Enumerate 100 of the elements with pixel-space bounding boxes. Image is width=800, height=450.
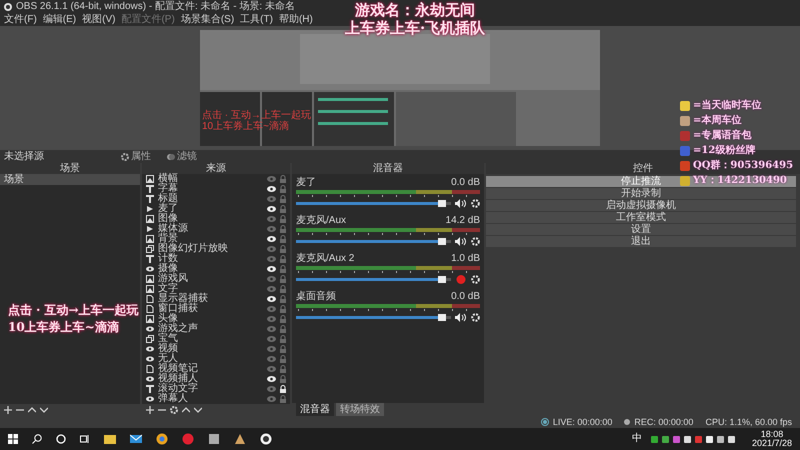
filter-icon [167,152,175,160]
volume-slider[interactable] [296,278,451,281]
tray-record-icon[interactable] [694,436,702,442]
settings-icon[interactable] [471,313,480,322]
eye-shape-icon [146,375,154,383]
menu-item[interactable]: 编辑(E) [42,14,76,24]
play-icon [146,205,154,213]
speaker-icon[interactable] [455,313,467,322]
source-name[interactable]: 麦了 [158,204,263,214]
preview-caption: 10上车券上车~滴滴 [202,121,290,132]
broadcast-icon [540,418,549,426]
source-name[interactable]: 游戏之声 [158,324,263,334]
source-name[interactable]: 图像幻灯片放映 [158,244,263,254]
eye-shape-icon [146,395,154,403]
eye-shape-icon [146,345,154,353]
control-button[interactable]: 启动虚拟摄像机 [486,200,796,211]
source-name[interactable]: 标题 [158,194,263,204]
settings-icon[interactable] [471,275,480,284]
menu-item[interactable]: 文件(F) [4,14,37,24]
source-name[interactable]: 宝气 [158,334,263,344]
settings-icon[interactable] [170,406,178,414]
visibility-icon[interactable] [267,296,276,302]
control-button[interactable]: 开始录制 [486,188,796,199]
dock-tab[interactable]: 转场特效 [336,403,384,416]
image-icon [146,315,154,323]
track-name: 麦了 [296,178,316,188]
source-name[interactable]: 视频捕人 [158,374,263,384]
source-name[interactable]: 摄像 [158,264,263,274]
source-name[interactable]: 滚动文字 [158,384,263,394]
visibility-icon[interactable] [267,376,276,382]
tray-app-icon[interactable] [650,436,658,442]
speaker-icon[interactable] [455,237,467,246]
app-icon[interactable] [208,433,220,445]
windows-logo-icon[interactable] [8,434,18,444]
source-name[interactable]: 头像 [158,314,263,324]
preview-caption: 点击 · 互动→上车一起玩 [202,110,311,121]
task-view-icon[interactable] [80,434,90,444]
source-name[interactable]: 弹幕人 [158,394,263,404]
scene-item[interactable]: 场景 [0,174,140,185]
source-name[interactable]: 窗口捕获 [158,304,263,314]
control-button[interactable]: 工作室模式 [486,212,796,223]
search-icon[interactable] [32,434,42,444]
source-name[interactable]: 媒体源 [158,224,263,234]
source-name[interactable]: 背景 [158,234,263,244]
source-name[interactable]: 横幅 [158,174,263,184]
settings-icon[interactable] [471,237,480,246]
source-name[interactable]: 视频 [158,344,263,354]
perk-caption: QQ群：905396495 [693,160,794,171]
eye-shape-icon [146,265,154,273]
move-up-icon[interactable] [28,406,36,414]
settings-icon[interactable] [471,199,480,208]
image-icon [146,275,154,283]
perk-caption: =12级粉丝牌 [693,145,756,156]
speaker-icon[interactable] [455,199,467,208]
move-down-icon[interactable] [194,406,202,414]
volume-slider[interactable] [296,202,451,205]
source-name[interactable]: 图像 [158,214,263,224]
headline-caption: 游戏名：永劫无间 [355,1,476,19]
move-down-icon[interactable] [40,406,48,414]
control-button[interactable]: 退出 [486,236,796,247]
envelope-icon[interactable] [130,433,142,445]
volume-slider[interactable] [296,316,451,319]
image-icon [146,215,154,223]
clock[interactable]: 18:08 2021/7/28 [752,430,792,448]
visibility-icon[interactable] [267,266,276,272]
source-name[interactable]: 文字 [158,284,263,294]
add-icon[interactable] [4,406,12,414]
circle-icon[interactable] [56,434,66,444]
source-name[interactable]: 计数 [158,254,263,264]
source-name[interactable]: 字幕 [158,184,263,194]
volume-slider[interactable] [296,240,451,243]
toolbar-button[interactable]: 属性 [117,152,155,162]
menu-item[interactable]: 帮助(H) [278,14,313,24]
toolbar-button[interactable]: 滤镜 [163,152,201,162]
source-name[interactable]: 视频笔记 [158,364,263,374]
menu-item[interactable]: 场景集合(S) [180,14,234,24]
visibility-icon[interactable] [267,236,276,242]
browser-icon[interactable] [156,433,168,445]
add-icon[interactable] [146,406,154,414]
text-icon [146,255,154,263]
lock-icon[interactable] [280,385,286,393]
source-name[interactable]: 显示器捕获 [158,294,263,304]
dock-title: 场景 [0,163,140,174]
live-time: LIVE: 00:00:00 [552,418,612,426]
slides-icon [146,245,154,253]
muted-speaker-icon[interactable] [455,275,467,284]
dock-tab[interactable]: 混音器 [296,403,334,416]
move-up-icon[interactable] [182,406,190,414]
menu-item[interactable]: 视图(V) [82,14,116,24]
input-language[interactable]: 中 [632,434,642,444]
source-name[interactable]: 游戏风 [158,274,263,284]
image-icon [146,285,154,293]
control-button[interactable]: 设置 [486,224,796,235]
visibility-icon[interactable] [267,206,276,212]
menu-item[interactable]: 工具(T) [240,14,273,24]
round-app-icon[interactable] [182,433,194,445]
folder-icon[interactable] [104,433,116,445]
visibility-icon[interactable] [267,186,276,192]
dock-title: 混音器 [292,163,484,174]
source-name[interactable]: 无人 [158,354,263,364]
